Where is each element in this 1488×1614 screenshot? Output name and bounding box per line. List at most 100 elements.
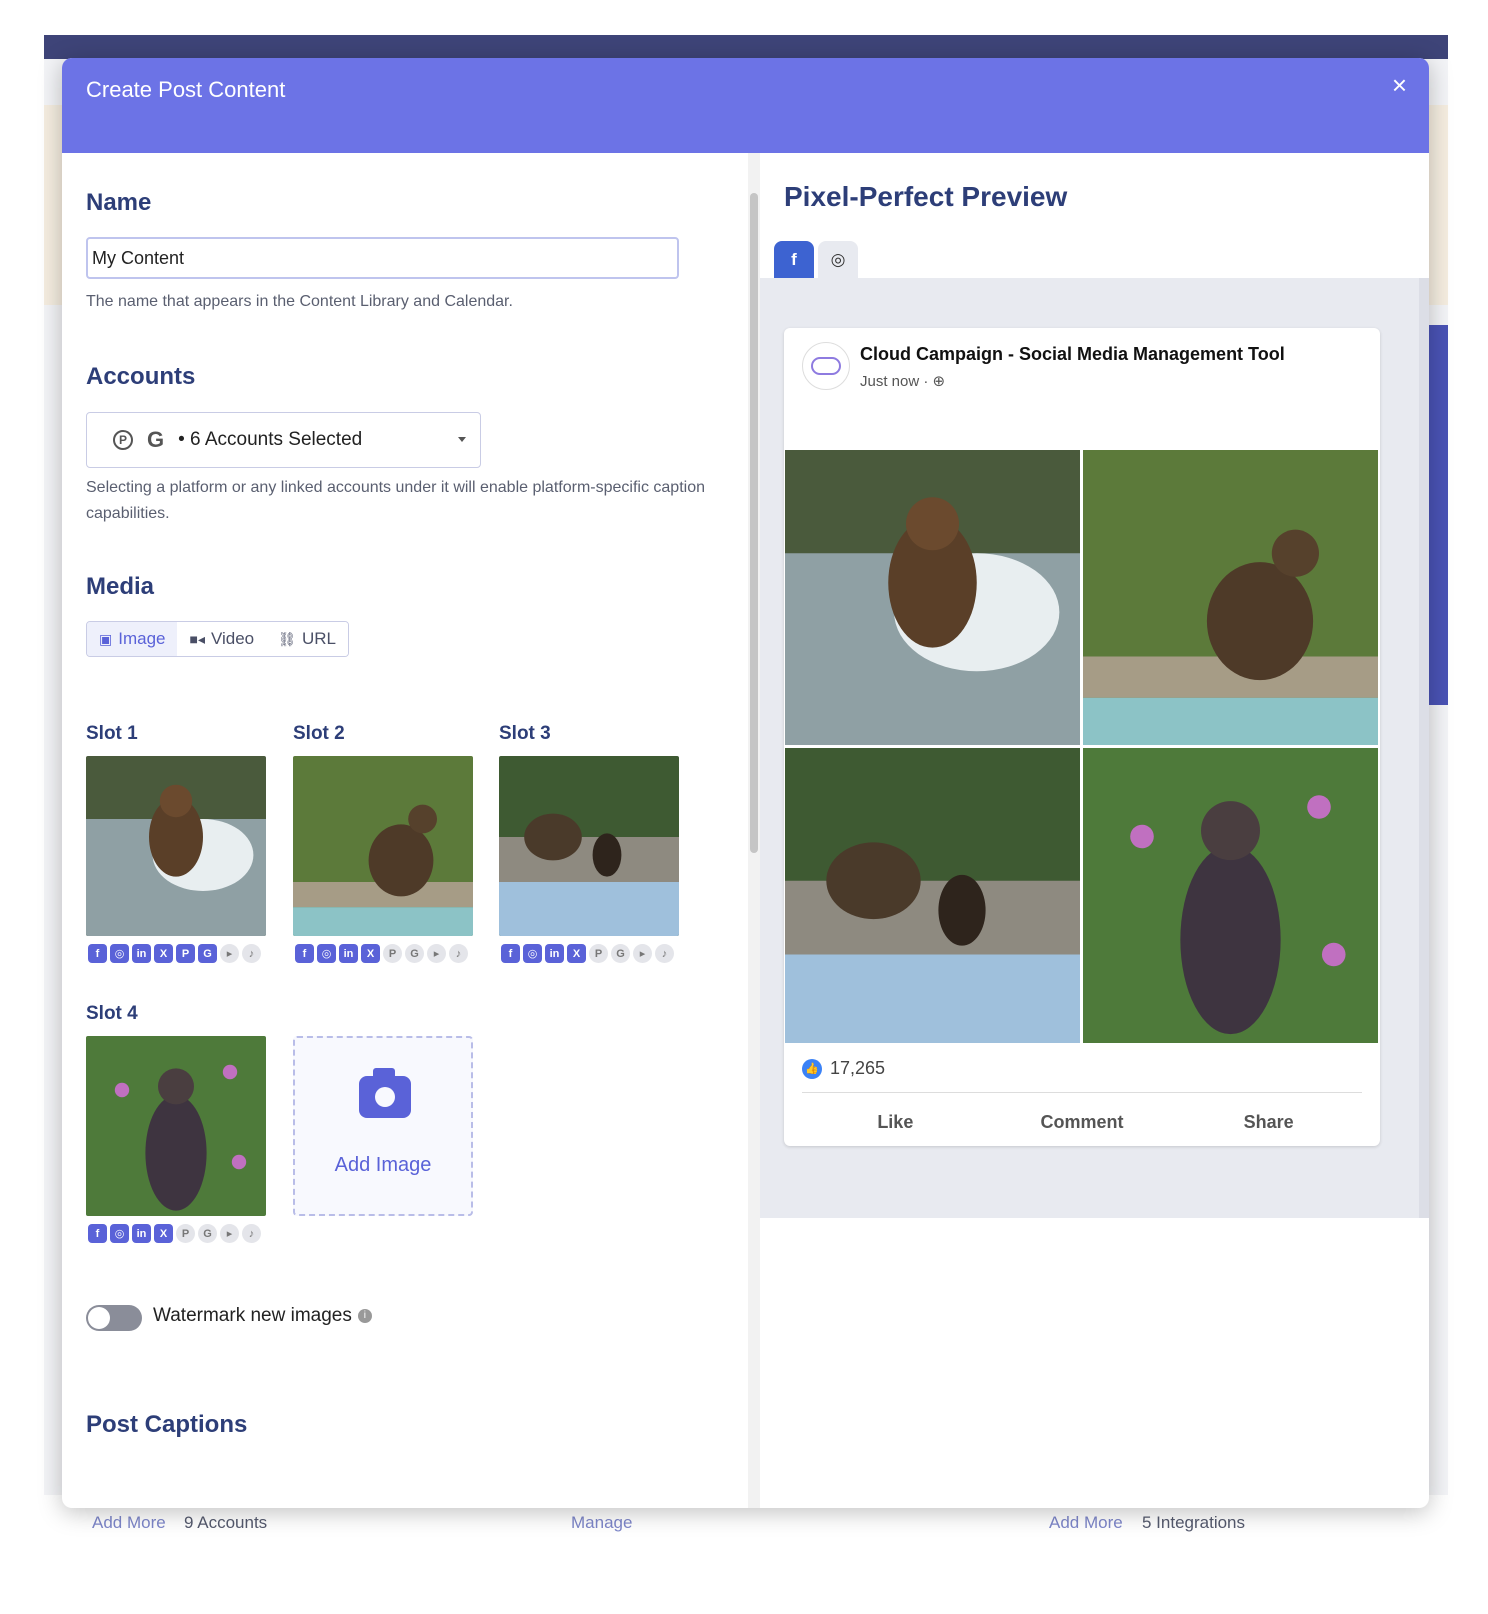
- tab-image[interactable]: ▣ Image: [87, 622, 178, 656]
- linkedin-icon[interactable]: in: [339, 944, 358, 963]
- preview-area: Cloud Campaign - Social Media Management…: [760, 278, 1429, 1218]
- likes-count: 👍 17,265: [802, 1058, 885, 1079]
- add-image-button[interactable]: Add Image: [293, 1036, 473, 1216]
- facebook-icon[interactable]: f: [295, 944, 314, 963]
- page-name: Cloud Campaign - Social Media Management…: [860, 344, 1285, 364]
- camera-icon: [359, 1068, 411, 1118]
- modal-body: Name The name that appears in the Conten…: [62, 153, 1429, 1508]
- video-icon: ■◂: [189, 630, 205, 647]
- slot-4-image[interactable]: [86, 1036, 266, 1216]
- preview-tab-instagram[interactable]: ◎: [818, 241, 858, 279]
- share-button[interactable]: Share: [1175, 1112, 1362, 1133]
- slot-1-platforms: f ◎ in X P G ▸ ♪: [88, 944, 261, 963]
- facebook-icon[interactable]: f: [88, 944, 107, 963]
- post-image-4[interactable]: [1083, 748, 1378, 1043]
- media-type-tabs: ▣ Image ■◂ Video ⛓ URL: [86, 621, 349, 657]
- youtube-icon[interactable]: ▸: [427, 944, 446, 963]
- accounts-dropdown[interactable]: P G • 6 Accounts Selected: [86, 412, 481, 468]
- slot-2-image[interactable]: [293, 756, 473, 936]
- post-image-2[interactable]: [1083, 450, 1378, 745]
- instagram-icon[interactable]: ◎: [523, 944, 542, 963]
- manage-link[interactable]: Manage: [571, 1513, 632, 1533]
- pinterest-icon[interactable]: P: [176, 944, 195, 963]
- instagram-icon[interactable]: ◎: [110, 1224, 129, 1243]
- instagram-icon[interactable]: ◎: [110, 944, 129, 963]
- comment-button[interactable]: Comment: [989, 1112, 1176, 1133]
- name-help-text: The name that appears in the Content Lib…: [86, 293, 513, 310]
- tab-url[interactable]: ⛓ URL: [266, 622, 348, 656]
- preview-title: Pixel-Perfect Preview: [784, 181, 1068, 212]
- slot-3-platforms: f ◎ in X P G ▸ ♪: [501, 944, 674, 963]
- facebook-icon[interactable]: f: [88, 1224, 107, 1243]
- facebook-icon[interactable]: f: [501, 944, 520, 963]
- tab-video[interactable]: ■◂ Video: [177, 622, 267, 656]
- x-icon[interactable]: X: [154, 1224, 173, 1243]
- slot-4-platforms: f ◎ in X P G ▸ ♪: [88, 1224, 261, 1243]
- slot-3-image[interactable]: [499, 756, 679, 936]
- post-actions: Like Comment Share: [802, 1112, 1362, 1133]
- google-icon[interactable]: G: [198, 944, 217, 963]
- bear-in-flowers-image: [86, 1036, 266, 1216]
- preview-scrollbar[interactable]: [1419, 278, 1429, 1218]
- name-input[interactable]: [86, 237, 679, 279]
- form-scrollbar-thumb[interactable]: [750, 193, 758, 853]
- instagram-icon: ◎: [830, 250, 846, 269]
- pinterest-icon[interactable]: P: [589, 944, 608, 963]
- likes-value: 17,265: [830, 1058, 886, 1078]
- create-post-modal: Create Post Content × Name The name that…: [62, 58, 1429, 1508]
- x-icon[interactable]: X: [567, 944, 586, 963]
- linkedin-icon[interactable]: in: [132, 1224, 151, 1243]
- media-section-title: Media: [86, 573, 155, 600]
- bear-and-cub-image: [785, 748, 1080, 1043]
- google-icon[interactable]: G: [405, 944, 424, 963]
- integrations-count: 5 Integrations: [1142, 1513, 1246, 1532]
- linkedin-icon[interactable]: in: [132, 944, 151, 963]
- post-time: Just now ·: [860, 373, 929, 390]
- linkedin-icon[interactable]: in: [545, 944, 564, 963]
- youtube-icon[interactable]: ▸: [220, 944, 239, 963]
- google-icon[interactable]: G: [611, 944, 630, 963]
- link-icon: ⛓: [278, 630, 296, 647]
- tiktok-icon[interactable]: ♪: [449, 944, 468, 963]
- preview-column: Pixel-Perfect Preview f ◎ Cloud Campaign…: [760, 153, 1429, 1508]
- preview-tab-facebook[interactable]: f: [774, 241, 814, 279]
- pinterest-icon: P: [113, 430, 133, 450]
- google-icon: G: [147, 427, 165, 452]
- x-icon[interactable]: X: [154, 944, 173, 963]
- add-more-accounts-link[interactable]: Add More: [92, 1513, 166, 1533]
- toggle-knob: [88, 1307, 110, 1329]
- slot-1-image[interactable]: [86, 756, 266, 936]
- tiktok-icon[interactable]: ♪: [655, 944, 674, 963]
- watermark-toggle[interactable]: [86, 1305, 142, 1331]
- instagram-icon[interactable]: ◎: [317, 944, 336, 963]
- post-image-grid: [785, 450, 1379, 1044]
- background-topbar: [44, 35, 1448, 59]
- divider: [802, 1092, 1362, 1093]
- close-icon[interactable]: ×: [1392, 72, 1407, 98]
- slot-2-platforms: f ◎ in X P G ▸ ♪: [295, 944, 468, 963]
- slot-2-label: Slot 2: [293, 723, 345, 744]
- youtube-icon[interactable]: ▸: [220, 1224, 239, 1243]
- watermark-label: Watermark new images i: [153, 1305, 372, 1327]
- bear-and-cub-image: [499, 756, 679, 936]
- google-icon[interactable]: G: [198, 1224, 217, 1243]
- preview-platform-tabs: f ◎: [774, 241, 858, 279]
- post-image-1[interactable]: [785, 450, 1080, 745]
- pinterest-icon[interactable]: P: [383, 944, 402, 963]
- like-button[interactable]: Like: [802, 1112, 989, 1133]
- x-icon[interactable]: X: [361, 944, 380, 963]
- tiktok-icon[interactable]: ♪: [242, 944, 261, 963]
- form-column: Name The name that appears in the Conten…: [62, 153, 748, 1508]
- tiktok-icon[interactable]: ♪: [242, 1224, 261, 1243]
- chevron-down-icon: [458, 437, 466, 442]
- watermark-label-text: Watermark new images: [153, 1305, 352, 1326]
- thumbs-up-icon: 👍: [802, 1058, 822, 1079]
- youtube-icon[interactable]: ▸: [633, 944, 652, 963]
- add-more-integrations-link[interactable]: Add More: [1049, 1513, 1123, 1533]
- bear-walking-image: [1083, 450, 1378, 745]
- info-icon[interactable]: i: [357, 1308, 372, 1323]
- post-image-3[interactable]: [785, 748, 1080, 1043]
- tab-image-label: Image: [118, 629, 166, 648]
- slot-1-label: Slot 1: [86, 723, 138, 744]
- pinterest-icon[interactable]: P: [176, 1224, 195, 1243]
